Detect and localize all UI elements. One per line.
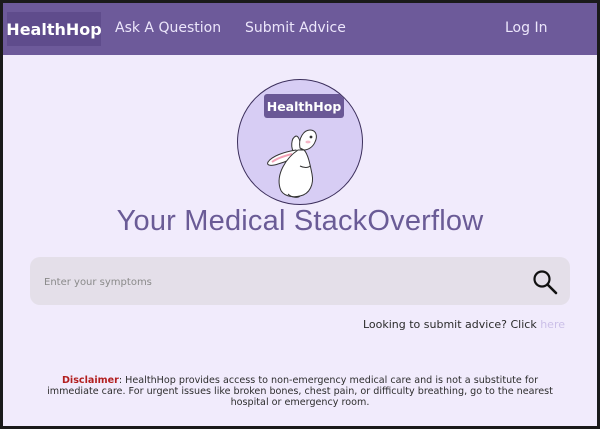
symptoms-search-input[interactable] <box>42 257 516 307</box>
nav-log-in[interactable]: Log In <box>505 20 547 36</box>
logo-circle: HealthHop <box>237 79 363 205</box>
submit-advice-text: Looking to submit advice? Click <box>362 318 541 331</box>
nav-ask-question[interactable]: Ask A Question <box>115 20 221 36</box>
disclaimer: Disclaimer: HealthHop provides access to… <box>45 375 555 408</box>
disclaimer-text: : HealthHop provides access to non-emerg… <box>47 375 553 408</box>
bunny-icon <box>267 129 317 198</box>
search-icon[interactable] <box>532 269 558 295</box>
page-frame: HealthHop Ask A Question Submit Advice L… <box>3 3 597 426</box>
page-title: Your Medical StackOverflow <box>116 205 484 237</box>
navbar: HealthHop Ask A Question Submit Advice L… <box>3 3 597 55</box>
search-bar <box>30 257 570 307</box>
submit-advice-here-link[interactable]: here <box>540 318 565 331</box>
disclaimer-label: Disclaimer <box>61 375 119 386</box>
brand-logo-link[interactable]: HealthHop <box>6 12 102 46</box>
submit-advice-prompt: Looking to submit advice? Click here <box>363 318 565 331</box>
nav-submit-advice[interactable]: Submit Advice <box>245 20 346 36</box>
